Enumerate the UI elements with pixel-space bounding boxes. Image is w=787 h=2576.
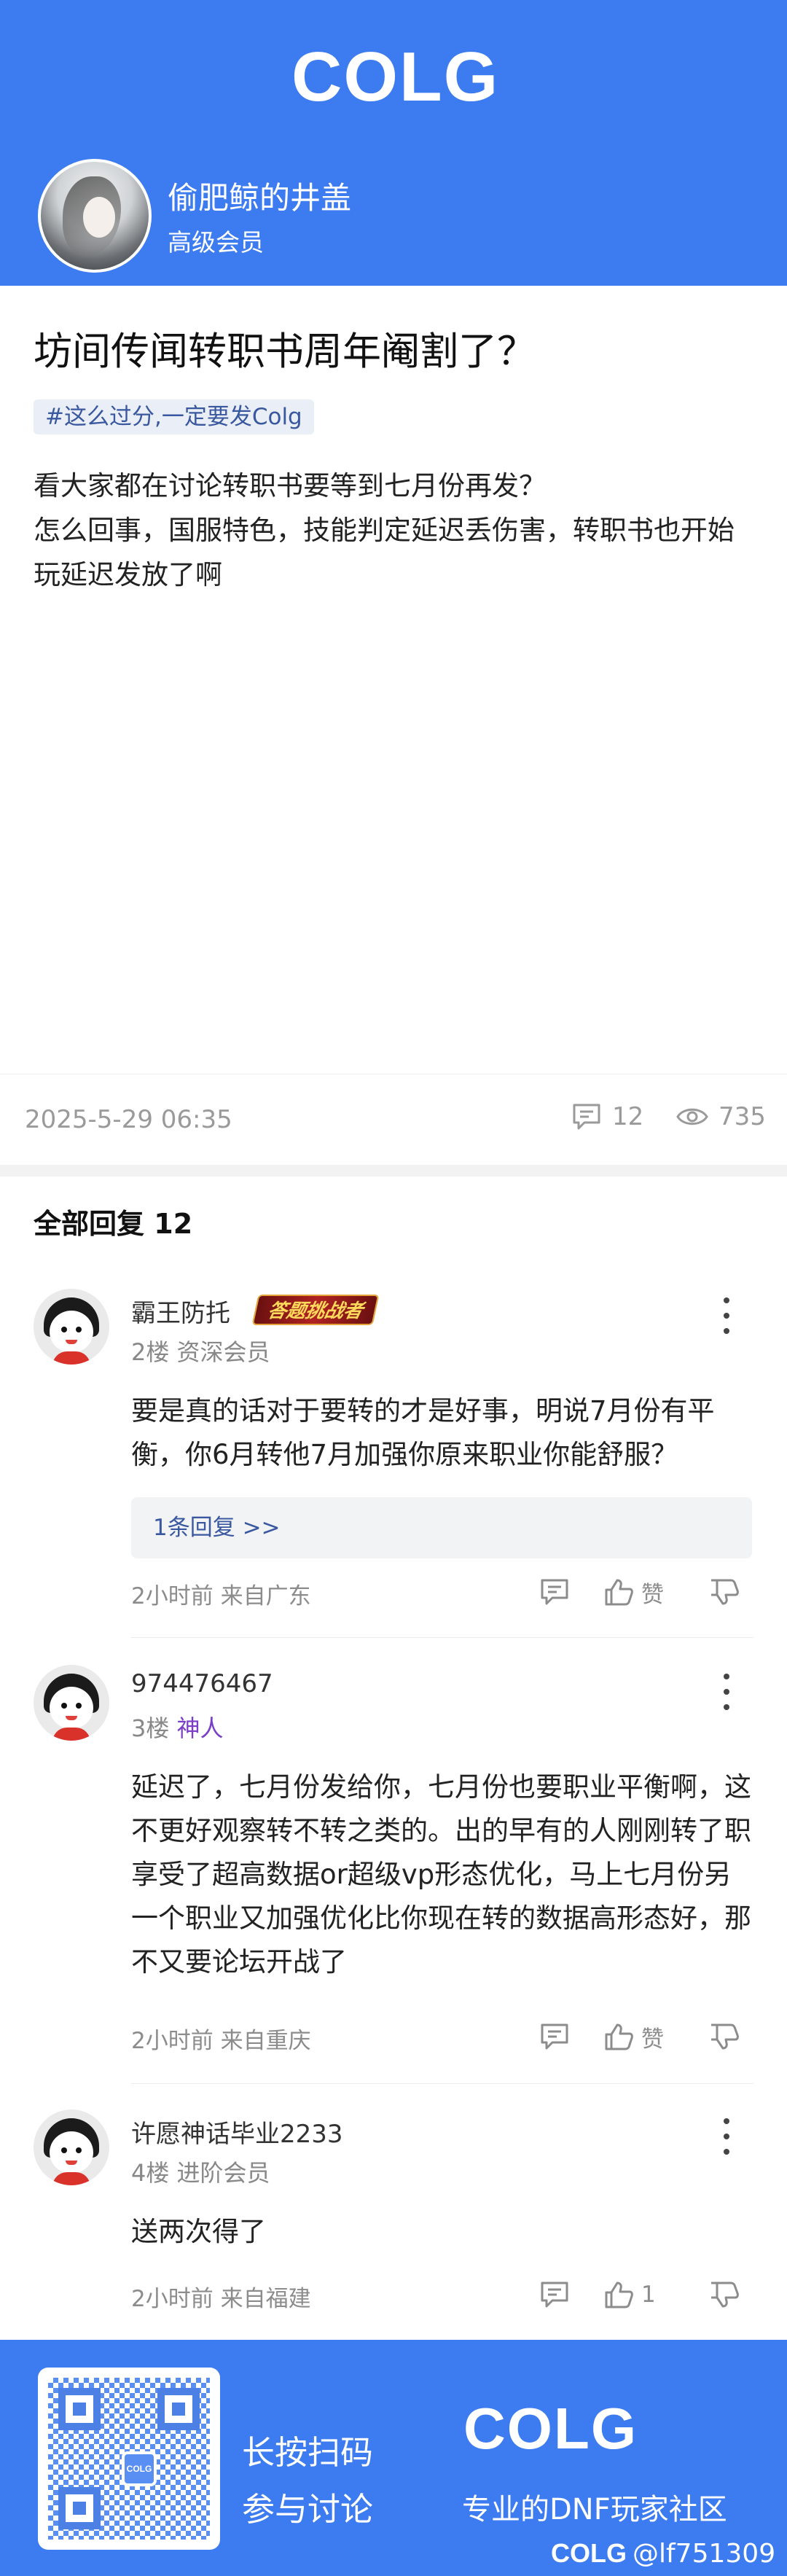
view-count-value: 735 [719,1102,766,1131]
more-options-button[interactable] [716,1297,737,1334]
qr-logo: COLG [122,2451,157,2486]
like-button[interactable]: 赞 [603,2021,664,2053]
reply-divider [131,2083,753,2084]
like-button[interactable]: 1 [603,2280,656,2309]
dislike-button[interactable] [708,2280,739,2309]
reply-floor: 2楼 [131,1338,170,1366]
more-options-button[interactable] [716,2118,737,2155]
post-body: 看大家都在讨论转职书要等到七月份再发？ 怎么回事，国服特色，技能判定延迟丢伤害，… [34,464,755,597]
reply-rank: 资深会员 [176,1338,270,1366]
topic-tag[interactable]: #这么过分,一定要发Colg [34,399,314,434]
reply-floor-rank: 2楼 资深会员 [131,1334,270,1367]
post-time: 2025-5-29 06:35 [25,1105,232,1134]
comment-icon [571,1102,602,1131]
scan-prompt-line1: 长按扫码 [242,2433,374,2472]
reply-floor-rank: 3楼 神人 [131,1710,224,1744]
replies-label: 全部回复 [34,1208,145,1240]
reply-avatar[interactable] [34,2109,109,2185]
reply-text: 延迟了，七月份发给你，七月份也要职业平衡啊，这不更好观察转不转之类的。出的早有的… [131,1771,751,1978]
reply-location: 来自重庆 [220,2028,311,2054]
colg-logo: COLG [291,38,500,116]
footer-slogan: 专业的DNF玩家社区 [462,2493,727,2526]
post-header: COLG 偷肥鲸的井盖 高级会员 [0,0,787,286]
reply-username[interactable]: 霸王防托 [131,1293,230,1329]
view-sub-replies-link[interactable]: 1条回复 >> [131,1497,752,1558]
like-label: 赞 [641,2026,664,2053]
thumbs-down-icon [708,1577,739,1607]
reply-location: 来自广东 [220,1583,311,1609]
reply-meta: 2小时前 来自重庆 [131,2022,311,2055]
thumbs-up-icon [603,1577,634,1607]
section-divider [0,1165,787,1176]
comment-icon [539,2022,570,2051]
eye-icon [676,1104,708,1129]
post-body-line: 看大家都在讨论转职书要等到七月份再发？ [34,470,546,501]
share-footer: COLG 长按扫码 参与讨论 COLG 专业的DNF玩家社区 COLG @lf7… [0,2340,787,2576]
reply-divider [131,1637,753,1638]
colg-logo: COLG [463,2396,638,2461]
replies-header: 全部回复 12 [34,1201,192,1241]
thumbs-up-icon [603,2022,634,2051]
author-name[interactable]: 偷肥鲸的井盖 [168,173,351,218]
reply-rank: 神人 [176,1714,224,1742]
reply-text: 送两次得了 [131,2216,266,2247]
like-count: 1 [641,2282,656,2308]
thumbs-down-icon [708,2280,739,2309]
post-title: 坊间传闻转职书周年阉割了？ [34,329,536,374]
watermark: COLG @lf751309 [551,2538,775,2569]
view-count: 735 [676,1102,766,1131]
comment-icon [539,2280,570,2309]
comment-icon [539,1577,570,1607]
comment-count[interactable]: 12 [571,1102,643,1131]
comment-count-value: 12 [612,1102,644,1131]
watermark-user: @lf751309 [633,2539,776,2569]
reply-username[interactable]: 974476467 [131,1669,273,1698]
reply-username[interactable]: 许愿神话毕业2233 [131,2114,343,2150]
watermark-logo: COLG [551,2538,627,2568]
achievement-badge: 答题挑战者 [251,1295,380,1325]
dislike-button[interactable] [708,2022,739,2051]
reply-location: 来自福建 [220,2286,311,2312]
reply-comment-button[interactable] [539,2280,570,2309]
qr-code[interactable]: COLG [38,2368,220,2550]
reply-comment-button[interactable] [539,2022,570,2051]
reply-avatar[interactable] [34,1665,109,1741]
reply-comment-button[interactable] [539,1577,570,1607]
reply-floor: 4楼 [131,2159,170,2187]
reply-floor: 3楼 [131,1714,170,1742]
reply-floor-rank: 4楼 进阶会员 [131,2155,270,2188]
reply-time: 2小时前 [131,1583,214,1609]
scan-prompt-line2: 参与讨论 [242,2490,374,2529]
reply-time: 2小时前 [131,2028,214,2054]
replies-count: 12 [154,1208,193,1240]
reply-text: 要是真的话对于要转的才是好事，明说7月份有平衡，你6月转他7月加强你原来职业你能… [131,1395,715,1470]
thumbs-down-icon [708,2022,739,2051]
author-rank: 高级会员 [168,228,264,257]
like-button[interactable]: 赞 [603,1576,664,1609]
author-avatar[interactable] [38,159,152,273]
post-body-line: 怎么回事，国服特色，技能判定延迟丢伤害，转职书也开始玩延迟发放了啊 [34,515,735,590]
dislike-button[interactable] [708,1577,739,1607]
reply-meta: 2小时前 来自福建 [131,2280,311,2313]
more-options-button[interactable] [716,1674,737,1710]
reply-time: 2小时前 [131,2286,214,2312]
like-label: 赞 [641,1581,664,1608]
reply-meta: 2小时前 来自广东 [131,1577,311,1610]
reply-rank: 进阶会员 [176,2159,270,2187]
thumbs-up-icon [603,2280,634,2309]
reply-avatar[interactable] [34,1289,109,1365]
